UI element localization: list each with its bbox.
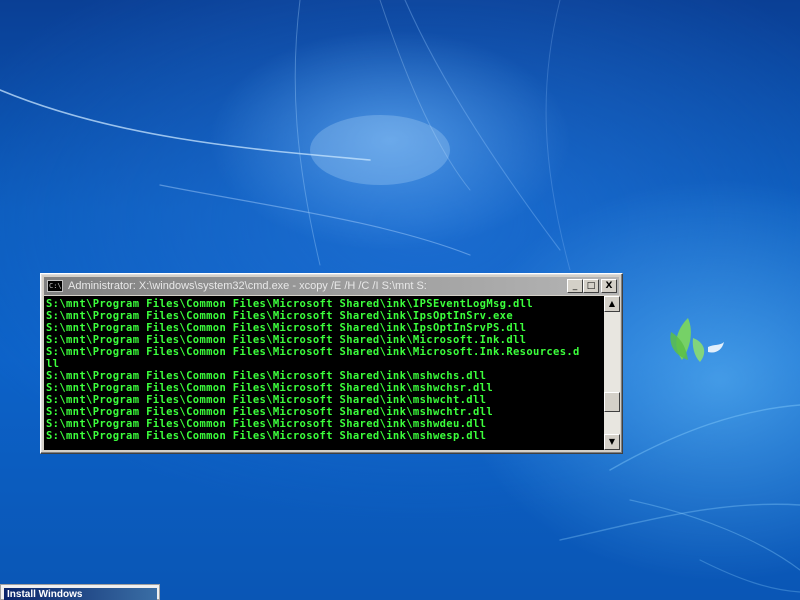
vertical-scrollbar[interactable]: ▲ ▼ xyxy=(604,296,620,450)
console-line: S:\mnt\Program Files\Common Files\Micros… xyxy=(46,370,487,382)
cmd-window[interactable]: C:\. Administrator: X:\windows\system32\… xyxy=(40,273,623,454)
console-line: S:\mnt\Program Files\Common Files\Micros… xyxy=(46,310,514,322)
scroll-down-button[interactable]: ▼ xyxy=(604,434,620,450)
window-title: Administrator: X:\windows\system32\cmd.e… xyxy=(68,280,427,292)
console-line: S:\mnt\Program Files\Common Files\Micros… xyxy=(46,298,534,310)
console-line: ll xyxy=(46,358,60,370)
console-line: S:\mnt\Program Files\Common Files\Micros… xyxy=(46,418,487,430)
console-line: S:\mnt\Program Files\Common Files\Micros… xyxy=(46,394,487,406)
scroll-up-button[interactable]: ▲ xyxy=(604,296,620,312)
console-line: S:\mnt\Program Files\Common Files\Micros… xyxy=(46,430,487,442)
title-bar[interactable]: C:\. Administrator: X:\windows\system32\… xyxy=(44,277,619,295)
install-windows-window[interactable]: Install Windows xyxy=(0,584,160,600)
console-line: S:\mnt\Program Files\Common Files\Micros… xyxy=(46,382,493,394)
console-line: S:\mnt\Program Files\Common Files\Micros… xyxy=(46,334,527,346)
console-line: S:\mnt\Program Files\Common Files\Micros… xyxy=(46,322,527,334)
console-line: S:\mnt\Program Files\Common Files\Micros… xyxy=(46,406,493,418)
console-icon[interactable]: C:\. xyxy=(47,280,63,292)
close-button[interactable]: X xyxy=(601,279,617,293)
windows-fish-logo-icon xyxy=(670,318,724,362)
console-line: S:\mnt\Program Files\Common Files\Micros… xyxy=(46,346,580,358)
maximize-button[interactable]: □ xyxy=(583,279,599,293)
console-output[interactable]: S:\mnt\Program Files\Common Files\Micros… xyxy=(44,296,604,450)
scrollbar-thumb[interactable] xyxy=(604,392,620,412)
minimize-button[interactable]: _ xyxy=(567,279,583,293)
install-windows-title[interactable]: Install Windows xyxy=(4,588,157,600)
window-controls: _ □ X xyxy=(567,279,617,293)
